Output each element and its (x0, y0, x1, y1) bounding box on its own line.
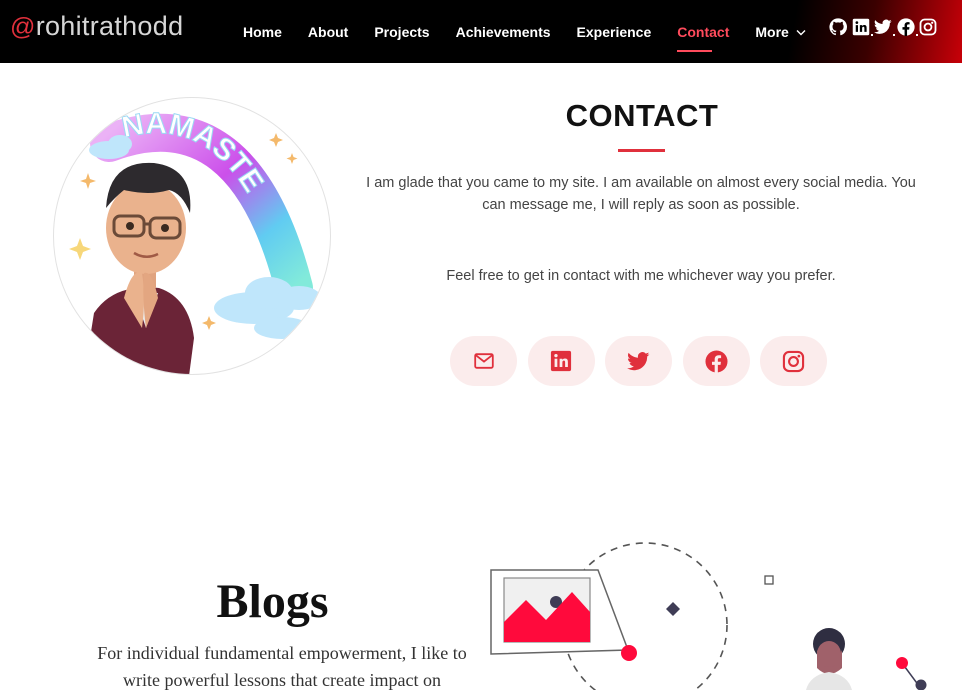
facebook-icon (704, 349, 728, 373)
instagram-icon[interactable] (919, 18, 937, 36)
nav-contact[interactable]: Contact (664, 24, 742, 52)
navbar: @rohitrathodd Home About Projects Achiev… (0, 0, 962, 63)
blogs-description: For individual fundamental empowerment, … (97, 643, 467, 690)
avatar: NAMASTE (53, 97, 331, 375)
blogs-illustration (480, 530, 962, 690)
site-logo[interactable]: @rohitrathodd (10, 11, 183, 42)
nav-more-dropdown[interactable]: More (742, 24, 818, 40)
separator-dot (893, 34, 895, 36)
namaste-avatar-illustration: NAMASTE (69, 107, 321, 374)
title-underline (618, 149, 665, 152)
email-icon (473, 353, 494, 369)
nav-about[interactable]: About (295, 24, 361, 40)
contact-social-buttons (450, 336, 838, 386)
nav-projects[interactable]: Projects (361, 24, 442, 40)
separator-dot (915, 34, 918, 36)
instagram-button[interactable] (760, 336, 827, 386)
contact-intro-text: I am glade that you came to my site. I a… (366, 175, 916, 213)
blogs-title: Blogs (216, 575, 329, 628)
nav-social-icons (829, 18, 942, 36)
chevron-down-icon (796, 30, 806, 36)
nav-achievements[interactable]: Achievements (443, 24, 564, 40)
blogs-illustration-graphic (490, 542, 927, 690)
nav-experience[interactable]: Experience (564, 24, 665, 40)
facebook-icon[interactable] (896, 18, 918, 36)
twitter-icon[interactable] (874, 18, 895, 36)
separator-dot (870, 34, 873, 36)
linkedin-icon (550, 350, 572, 372)
instagram-icon (782, 350, 805, 372)
contact-invite-text: Feel free to get in contact with me whic… (446, 268, 836, 284)
github-icon[interactable] (829, 18, 847, 36)
nav-more-label: More (755, 23, 789, 40)
logo-at-sign: @ (10, 13, 36, 41)
nav-links: Home About Projects Achievements Experie… (230, 0, 819, 63)
twitter-button[interactable] (605, 336, 672, 386)
logo-name: rohitrathodd (35, 11, 184, 41)
contact-title: CONTACT (565, 98, 719, 133)
nav-home[interactable]: Home (230, 24, 295, 40)
facebook-button[interactable] (682, 336, 750, 386)
twitter-icon (627, 351, 650, 370)
linkedin-button[interactable] (527, 336, 595, 386)
linkedin-icon[interactable] (852, 18, 873, 36)
email-button[interactable] (450, 336, 517, 386)
